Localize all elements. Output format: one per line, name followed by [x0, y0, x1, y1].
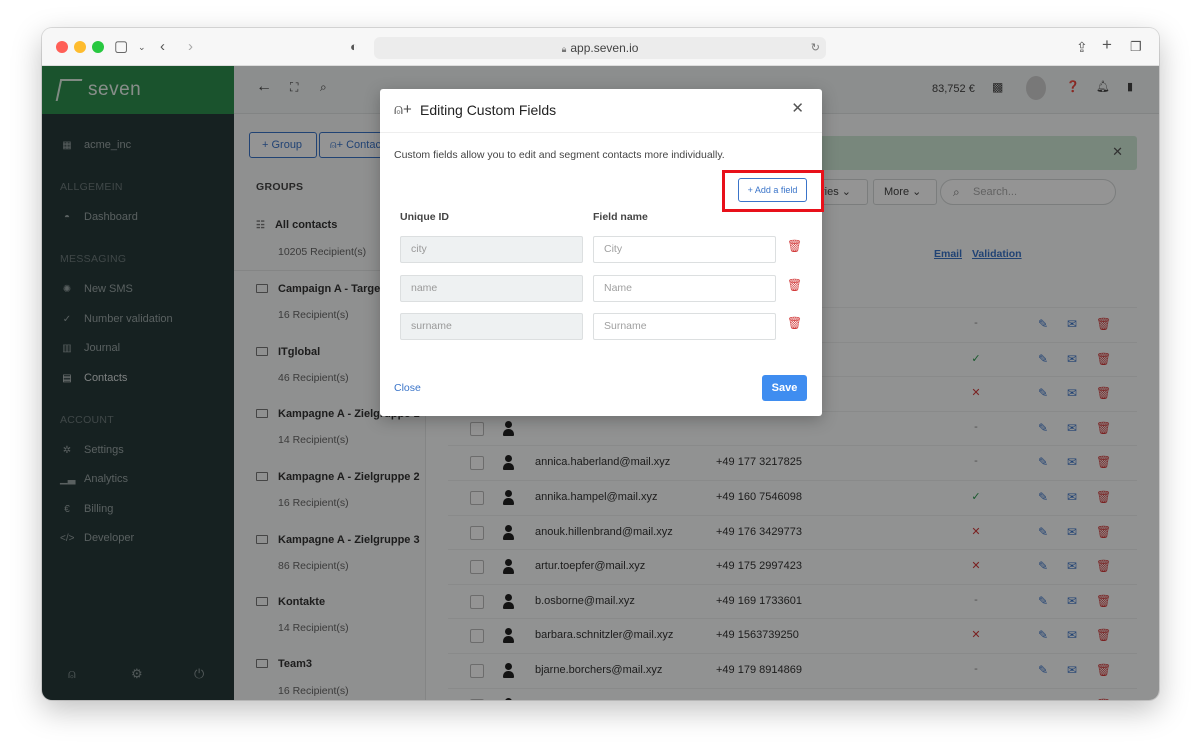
trash-icon[interactable]: 🗑︎ — [787, 239, 802, 253]
forward-icon[interactable]: › — [188, 37, 193, 57]
modal-title: Editing Custom Fields — [420, 102, 557, 118]
highlight-box — [722, 170, 824, 212]
field-name-input[interactable]: Surname — [593, 313, 776, 340]
modal-description: Custom fields allow you to edit and segm… — [394, 149, 725, 161]
save-button[interactable]: Save — [762, 375, 807, 401]
trash-icon[interactable]: 🗑︎ — [787, 316, 802, 330]
sidebar-toggle-icon[interactable]: ▢ — [114, 37, 128, 57]
unique-id-field: name — [400, 275, 583, 302]
url-text: app.seven.io — [570, 41, 639, 55]
zoom-window-button[interactable] — [92, 41, 104, 53]
address-bar[interactable]: 🔒︎ app.seven.io ↻ — [374, 37, 826, 59]
field-name-input[interactable]: Name — [593, 275, 776, 302]
column-label-unique-id: Unique ID — [400, 211, 449, 223]
minimize-window-button[interactable] — [74, 41, 86, 53]
reload-icon[interactable]: ↻ — [811, 37, 820, 59]
close-icon[interactable]: ✕ — [791, 99, 804, 117]
trash-icon[interactable]: 🗑︎ — [787, 278, 802, 292]
chevron-down-icon[interactable]: ⌄ — [138, 37, 146, 57]
shield-icon[interactable]: ◐ — [350, 37, 358, 57]
field-name-input[interactable]: City — [593, 236, 776, 263]
share-icon[interactable]: ⇪ — [1076, 37, 1088, 57]
unique-id-field: city — [400, 236, 583, 263]
back-icon[interactable]: ‹ — [160, 37, 165, 57]
add-user-icon: ⍝+ — [394, 101, 412, 118]
column-label-field-name: Field name — [593, 211, 648, 223]
browser-toolbar: ▢ ⌄ ‹ › ◐ 🔒︎ app.seven.io ↻ ⇪ + ❐ — [42, 28, 1159, 66]
close-button[interactable]: Close — [394, 382, 421, 394]
unique-id-field: surname — [400, 313, 583, 340]
lock-icon: 🔒︎ — [561, 44, 567, 54]
divider — [380, 132, 822, 133]
new-tab-icon[interactable]: + — [1102, 35, 1112, 55]
custom-fields-modal: ⍝+ Editing Custom Fields ✕ Custom fields… — [380, 89, 822, 416]
close-window-button[interactable] — [56, 41, 68, 53]
tabs-overview-icon[interactable]: ❐ — [1130, 37, 1142, 57]
